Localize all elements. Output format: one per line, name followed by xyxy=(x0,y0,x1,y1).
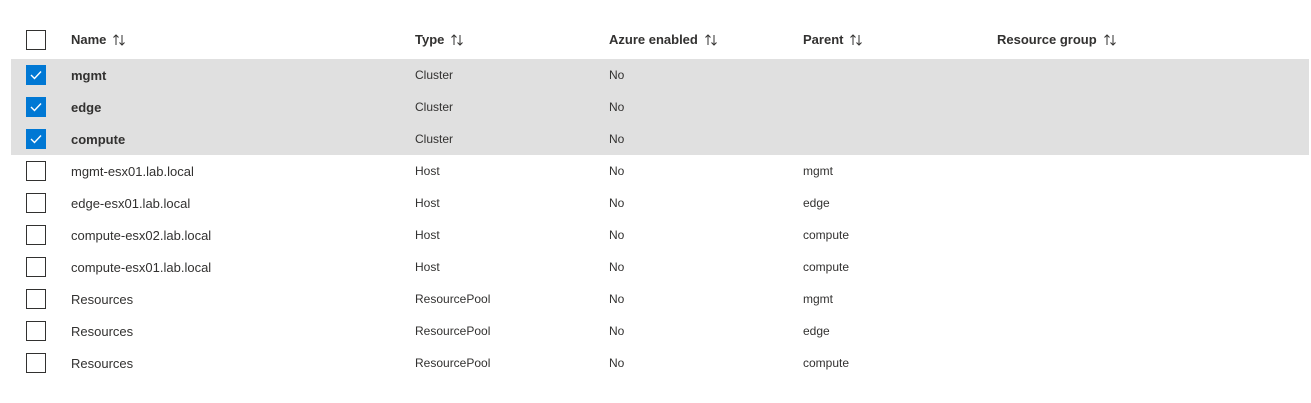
table-header: Name Type Azure enabled Parent Resource … xyxy=(11,20,1309,59)
checkmark-icon xyxy=(30,71,42,80)
cell-name: edge xyxy=(71,99,102,115)
column-header-label: Parent xyxy=(803,32,844,47)
row-checkbox[interactable] xyxy=(26,193,46,213)
table-row[interactable]: mgmt-esx01.lab.local Host No mgmt xyxy=(11,155,1309,187)
row-checkbox[interactable] xyxy=(26,129,46,149)
row-checkbox[interactable] xyxy=(26,257,46,277)
cell-type: Cluster xyxy=(415,132,454,146)
sort-icon[interactable] xyxy=(704,33,718,47)
row-checkbox[interactable] xyxy=(26,289,46,309)
cell-name: compute xyxy=(71,131,126,147)
cell-name: edge-esx01.lab.local xyxy=(71,195,191,211)
table-row[interactable]: Resources ResourcePool No mgmt xyxy=(11,283,1309,315)
select-all-checkbox[interactable] xyxy=(26,29,46,50)
column-header-label: Resource group xyxy=(997,32,1097,47)
cell-parent: compute xyxy=(803,356,850,370)
cell-name: Resources xyxy=(71,323,134,339)
table-row[interactable]: Resources ResourcePool No compute xyxy=(11,347,1309,379)
cell-azure-enabled: No xyxy=(609,100,625,114)
sort-icon[interactable] xyxy=(1103,33,1117,47)
cell-parent: mgmt xyxy=(803,292,833,306)
cell-azure-enabled: No xyxy=(609,292,625,306)
row-checkbox[interactable] xyxy=(26,65,46,85)
table-row[interactable]: compute-esx02.lab.local Host No compute xyxy=(11,219,1309,251)
sort-icon[interactable] xyxy=(849,33,863,47)
cell-type: Cluster xyxy=(415,68,454,82)
cell-name: mgmt-esx01.lab.local xyxy=(71,163,194,179)
cell-type: Cluster xyxy=(415,100,454,114)
column-header-azure-enabled[interactable]: Azure enabled xyxy=(609,32,718,47)
column-header-resource-group[interactable]: Resource group xyxy=(997,32,1117,47)
cell-name: compute-esx02.lab.local xyxy=(71,227,212,243)
table-row[interactable]: edge-esx01.lab.local Host No edge xyxy=(11,187,1309,219)
cell-type: Host xyxy=(415,196,440,210)
cell-name: Resources xyxy=(71,291,134,307)
cell-type: Host xyxy=(415,228,440,242)
sort-icon[interactable] xyxy=(112,33,126,47)
cell-parent: edge xyxy=(803,196,830,210)
table-row[interactable]: compute-esx01.lab.local Host No compute xyxy=(11,251,1309,283)
cell-azure-enabled: No xyxy=(609,324,625,338)
column-header-type[interactable]: Type xyxy=(415,32,464,47)
checkmark-icon xyxy=(30,135,42,144)
cell-name: mgmt xyxy=(71,67,107,83)
table-row[interactable]: mgmt Cluster No xyxy=(11,59,1309,91)
column-header-label: Name xyxy=(71,32,107,47)
cell-azure-enabled: No xyxy=(609,68,625,82)
cell-parent: mgmt xyxy=(803,164,833,178)
row-checkbox[interactable] xyxy=(26,97,46,117)
sort-icon[interactable] xyxy=(450,33,464,47)
table-row[interactable]: Resources ResourcePool No edge xyxy=(11,315,1309,347)
row-checkbox[interactable] xyxy=(26,161,46,181)
column-header-label: Type xyxy=(415,32,445,47)
checkmark-icon xyxy=(30,103,42,112)
row-checkbox[interactable] xyxy=(26,353,46,373)
cell-azure-enabled: No xyxy=(609,132,625,146)
column-header-parent[interactable]: Parent xyxy=(803,32,863,47)
resource-table: Name Type Azure enabled Parent Resource … xyxy=(11,0,1309,379)
cell-parent: compute xyxy=(803,228,850,242)
cell-type: ResourcePool xyxy=(415,292,491,306)
cell-name: Resources xyxy=(71,355,134,371)
cell-azure-enabled: No xyxy=(609,164,625,178)
cell-type: Host xyxy=(415,260,440,274)
cell-azure-enabled: No xyxy=(609,356,625,370)
table-row[interactable]: edge Cluster No xyxy=(11,91,1309,123)
column-header-name[interactable]: Name xyxy=(71,32,126,47)
cell-type: ResourcePool xyxy=(415,324,491,338)
cell-type: Host xyxy=(415,164,440,178)
cell-parent: edge xyxy=(803,324,830,338)
column-header-label: Azure enabled xyxy=(609,32,698,47)
row-checkbox[interactable] xyxy=(26,225,46,245)
table-row[interactable]: compute Cluster No xyxy=(11,123,1309,155)
cell-name: compute-esx01.lab.local xyxy=(71,259,212,275)
cell-parent: compute xyxy=(803,260,850,274)
cell-azure-enabled: No xyxy=(609,228,625,242)
cell-azure-enabled: No xyxy=(609,196,625,210)
row-checkbox[interactable] xyxy=(26,321,46,341)
cell-type: ResourcePool xyxy=(415,356,491,370)
cell-azure-enabled: No xyxy=(609,260,625,274)
